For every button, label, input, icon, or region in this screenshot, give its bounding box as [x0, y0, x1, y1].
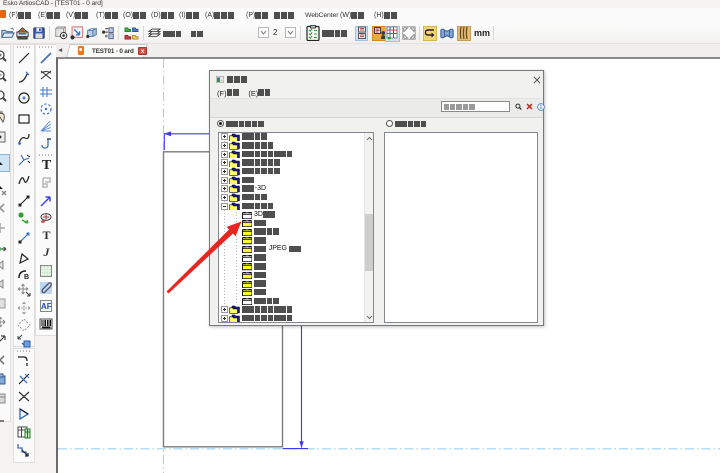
- svg-text:B: B: [24, 274, 29, 281]
- svg-text:AF: AF: [41, 302, 52, 311]
